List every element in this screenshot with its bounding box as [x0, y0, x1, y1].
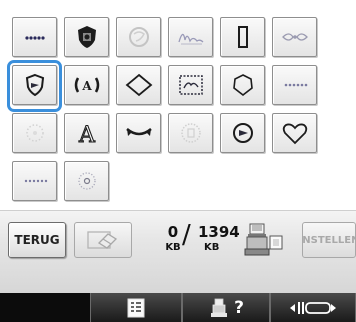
pattern-tile-diamond-outline[interactable] — [116, 65, 161, 105]
pattern-tile-stitched-box[interactable] — [168, 65, 213, 105]
set-button-label: INSTELLEN — [302, 234, 356, 246]
circle-badge-pattern-icon — [232, 123, 253, 143]
pattern-tile-faded-medallion[interactable] — [168, 113, 213, 153]
pattern-tile-laurel-letter-a[interactable]: A — [64, 65, 109, 105]
embroidery-machine-icon — [244, 223, 283, 256]
eraser-icon — [87, 231, 118, 249]
svg-text:A: A — [81, 79, 92, 93]
pattern-tile-outline-letter-a[interactable]: A — [64, 113, 109, 153]
pattern-tile-octagon-outline[interactable] — [220, 65, 265, 105]
memory-slash: / — [182, 220, 191, 250]
bow-ornament-pattern-icon — [281, 33, 308, 41]
machine-help-icon — [211, 298, 228, 317]
eraser-button[interactable] — [74, 222, 132, 258]
rectangle-outline-pattern-icon — [237, 26, 248, 48]
outline-letter-a-pattern-icon: A — [77, 122, 96, 146]
pattern-tile-ribbon[interactable] — [116, 113, 161, 153]
faded-medallion-pattern-icon — [180, 123, 201, 143]
pattern-tile-shield-badge[interactable] — [7, 60, 62, 112]
pattern-tile-circle-badge[interactable] — [220, 113, 265, 153]
machine-help-button[interactable]: ? — [182, 293, 270, 322]
pattern-tile-bow-ornament[interactable] — [272, 17, 317, 57]
selection-highlight — [7, 60, 62, 112]
set-button[interactable]: INSTELLEN — [302, 222, 356, 258]
shield-crest-pattern-icon — [77, 26, 96, 48]
memory-total: 1394 — [198, 223, 240, 241]
diamond-outline-pattern-icon — [125, 73, 152, 97]
pattern-tile-dotted-circle[interactable] — [64, 161, 109, 201]
script-signature-pattern-icon — [177, 33, 203, 45]
top-margin — [0, 0, 356, 6]
memory-total-unit: KB — [204, 242, 220, 253]
stitched-box-pattern-icon — [178, 75, 203, 95]
octagon-outline-pattern-icon — [232, 74, 253, 97]
dotted-row-small-pattern-icon — [24, 179, 47, 183]
page-list-button[interactable] — [90, 293, 182, 322]
faded-circle-pattern-icon — [128, 27, 149, 47]
dotted-circle-pattern-icon — [77, 172, 96, 190]
pattern-tile-rectangle-outline[interactable] — [220, 17, 265, 57]
pattern-tile-dotted-row[interactable] — [272, 65, 317, 105]
svg-text:A: A — [78, 123, 96, 146]
ribbon-pattern-icon — [125, 128, 152, 136]
dotted-row-pattern-icon — [284, 83, 307, 87]
back-button[interactable]: TERUG — [8, 222, 66, 258]
pattern-tile-heart-outline[interactable] — [272, 113, 317, 153]
page-list-icon — [127, 298, 145, 317]
pattern-tile-shield-crest[interactable] — [64, 17, 109, 57]
dotted-line-pattern-icon — [24, 36, 45, 40]
presser-foot-icon — [290, 301, 336, 314]
presser-foot-button[interactable] — [270, 293, 356, 322]
faded-dotted-circle-pattern-icon — [25, 124, 44, 142]
pattern-tile-script-signature[interactable] — [168, 17, 213, 57]
help-question-mark: ? — [234, 297, 244, 318]
laurel-letter-a-pattern-icon: A — [74, 77, 99, 93]
heart-outline-pattern-icon — [282, 123, 307, 145]
bottom-bar: ? — [0, 293, 356, 322]
memory-indicator: 0 KB / 1394 KB — [158, 220, 298, 258]
pattern-tile-dotted-line[interactable] — [12, 17, 57, 57]
pattern-tile-dotted-row-small[interactable] — [12, 161, 57, 201]
back-button-label: TERUG — [14, 233, 60, 247]
pattern-tile-faded-dotted-circle[interactable] — [12, 113, 57, 153]
pattern-tile-faded-circle[interactable] — [116, 17, 161, 57]
